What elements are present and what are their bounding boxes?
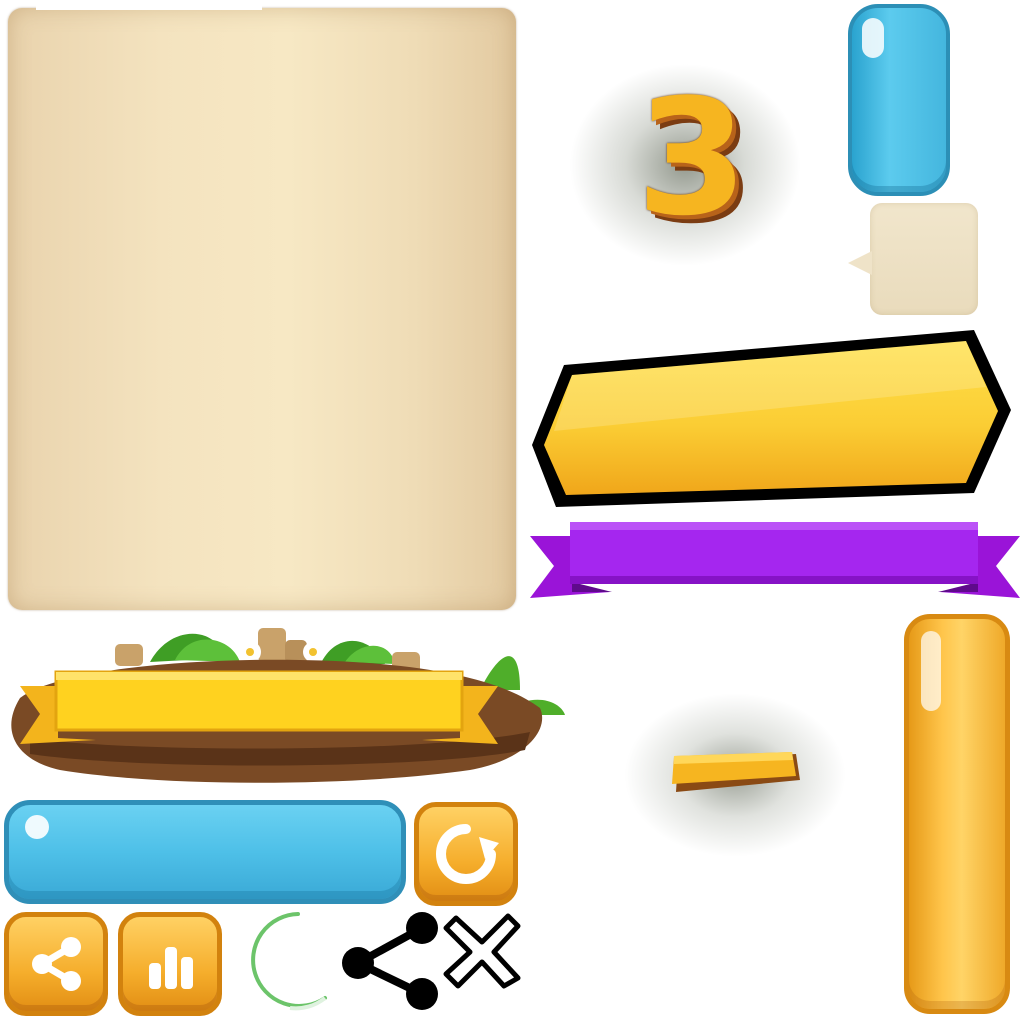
speech-bubble xyxy=(848,203,978,315)
blue-vertical-button[interactable] xyxy=(848,4,950,196)
loading-ring xyxy=(251,912,327,1011)
parchment-panel xyxy=(8,8,516,610)
countdown-number: 3 xyxy=(636,64,748,251)
bar-chart-icon xyxy=(149,947,193,989)
restart-icon xyxy=(436,824,499,884)
minus-sign xyxy=(672,752,800,792)
share-icon-black[interactable] xyxy=(338,908,442,1012)
share-button[interactable] xyxy=(4,912,108,1016)
restart-button[interactable] xyxy=(414,802,518,906)
stats-button[interactable] xyxy=(118,912,222,1016)
yellow-banner xyxy=(532,330,1011,507)
share-icon xyxy=(32,937,81,991)
wide-blue-button[interactable] xyxy=(4,800,406,904)
orange-vertical-button[interactable] xyxy=(904,614,1010,1014)
panel-top-gap xyxy=(36,0,262,10)
close-icon[interactable] xyxy=(442,912,522,992)
purple-ribbon xyxy=(530,522,1020,598)
jungle-sign xyxy=(11,628,565,783)
